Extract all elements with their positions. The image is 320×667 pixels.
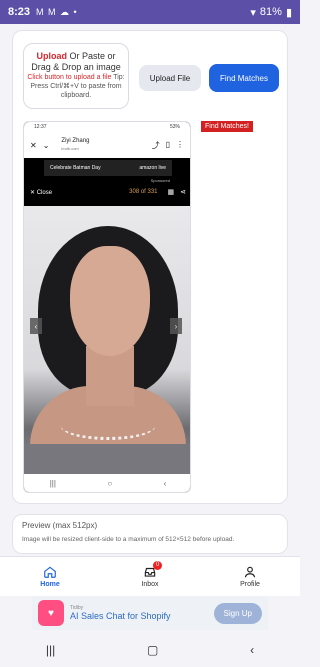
bottom-tab-bar: Home 0 Inbox Profile	[0, 556, 300, 596]
home-icon	[44, 566, 56, 578]
sign-up-button[interactable]: Sign Up	[213, 602, 262, 624]
status-bar: 8:23 M M ☁ • ▾ 81% ▮	[0, 0, 300, 24]
shot-ad-left: Celebrate Batman Day	[50, 165, 101, 171]
wifi-icon: ▾	[250, 6, 256, 19]
shot-close-label: Close	[36, 189, 53, 196]
tab-inbox-label: Inbox	[141, 581, 159, 588]
chevron-down-icon: ⌄	[42, 140, 50, 150]
shot-battery: 53%	[169, 124, 180, 130]
shot-close: ✕ Close	[30, 189, 53, 196]
ad-text: Tidiby AI Sales Chat for Shopify	[70, 605, 171, 621]
battery-icon: ▮	[285, 6, 292, 19]
shot-counter: 308 of 331	[129, 189, 158, 195]
system-nav-bar: ||| ▢ ‹	[0, 632, 300, 667]
shot-toolbar: ✕ ⌄ Ziyi Zhang imdb.com ⤴ ▯ ⋮	[24, 132, 190, 158]
back-button[interactable]: ‹	[250, 643, 254, 657]
preview-description: Image will be resized client-side to a m…	[22, 536, 235, 543]
battery-level: 81%	[259, 6, 282, 18]
tab-profile-label: Profile	[240, 581, 260, 588]
next-arrow-icon: ›	[170, 318, 182, 334]
shot-gallery-icons: ▦ ⋖	[168, 188, 187, 196]
grid-icon: ▦	[167, 189, 175, 196]
home-icon: ○	[107, 478, 113, 488]
back-icon: ‹	[163, 478, 167, 488]
shot-status-bar: 12:37 53%	[24, 122, 190, 132]
more-icon: ⋮	[176, 139, 184, 149]
shot-ad-right: amazon live	[139, 165, 166, 171]
prev-arrow-icon: ‹	[30, 318, 42, 334]
bookmark-icon: ▯	[165, 139, 170, 149]
status-time: 8:23	[8, 6, 31, 18]
upload-dropzone[interactable]: Upload Or Paste or Drag & Drop an image …	[23, 43, 129, 109]
shot-time: 12:37	[34, 124, 47, 130]
share-icon: ⋖	[180, 189, 186, 196]
shot-title-name: Ziyi Zhang	[61, 138, 90, 144]
shot-title: Ziyi Zhang imdb.com	[61, 137, 89, 153]
shot-toolbar-icons: ⤴ ▯ ⋮	[152, 140, 184, 151]
upload-label: Upload	[36, 51, 67, 61]
close-icon: ✕	[30, 140, 37, 150]
photo-face	[70, 246, 150, 356]
upload-hint: Click button to upload a file Tip: Press…	[27, 73, 125, 100]
tab-home[interactable]: Home	[0, 557, 100, 596]
photo-dress	[24, 444, 190, 478]
shot-ad: Celebrate Batman Day amazon live Sponsor…	[44, 160, 172, 183]
preview-panel: Preview (max 512px) Image will be resize…	[12, 514, 288, 554]
shot-gallery-bar: ✕ Close 308 of 331 ▦ ⋖	[24, 184, 190, 200]
uploaded-image-preview: 12:37 53% ✕ ⌄ Ziyi Zhang imdb.com ⤴ ▯ ⋮ …	[23, 121, 191, 493]
photo-necklace	[60, 410, 156, 440]
shot-title-url: imdb.com	[61, 146, 79, 151]
inbox-count-badge: 0	[153, 561, 163, 570]
portrait-photo	[24, 206, 190, 478]
user-icon	[244, 566, 256, 578]
recent-apps-icon: |||	[49, 478, 56, 488]
status-right: ▾ 81% ▮	[250, 6, 292, 19]
home-button[interactable]: ▢	[147, 643, 158, 657]
share-icon: ⤴	[151, 140, 160, 150]
tab-profile[interactable]: Profile	[200, 557, 300, 596]
preview-title: Preview (max 512px)	[22, 521, 98, 530]
ad-banner[interactable]: ♥ Tidiby AI Sales Chat for Shopify Sign …	[32, 596, 268, 630]
tab-home-label: Home	[40, 581, 60, 588]
shot-sponsored: Sponsored	[150, 178, 170, 183]
upload-file-button[interactable]: Upload File	[139, 65, 201, 91]
recent-apps-button[interactable]: |||	[46, 643, 55, 657]
shot-nav: ||| ○ ‹	[24, 474, 190, 492]
notification-icons: M M ☁ •	[36, 6, 78, 17]
tab-inbox[interactable]: 0 Inbox	[100, 557, 200, 596]
ad-message: AI Sales Chat for Shopify	[70, 611, 171, 621]
tidiby-logo-icon: ♥	[38, 600, 64, 626]
upload-hint-red: Click button to upload a file	[27, 74, 112, 81]
main-card: Upload Or Paste or Drag & Drop an image …	[12, 30, 288, 504]
upload-instructions: Upload Or Paste or Drag & Drop an image	[27, 51, 125, 73]
find-matches-badge: Find Matches!	[201, 121, 253, 132]
find-matches-button[interactable]: Find Matches	[209, 64, 279, 92]
